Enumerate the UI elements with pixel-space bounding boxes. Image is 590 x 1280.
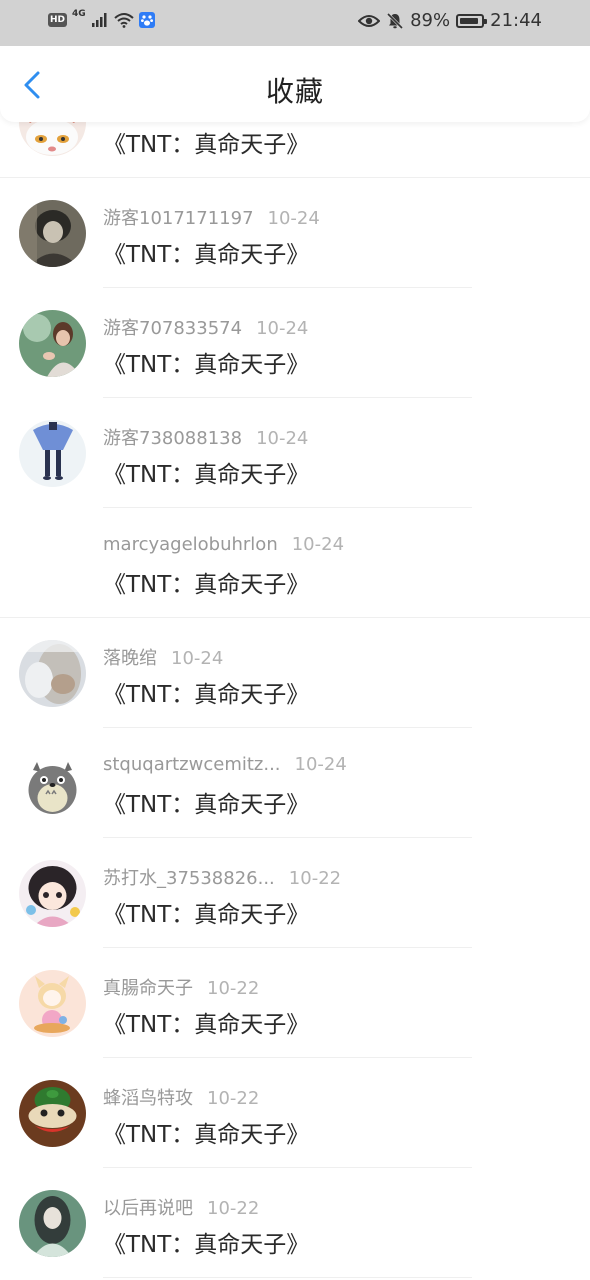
list-item[interactable]: marcyagelobuhrlon 10-24 《TNT：真命天子》	[0, 508, 590, 618]
status-right: 89% 21:44	[358, 10, 542, 31]
signal-icon	[91, 13, 107, 27]
nickname: 游客707833574 10-24	[103, 314, 308, 340]
list-item[interactable]: 落晚绾 10-24 《TNT：真命天子》	[0, 618, 590, 728]
baidu-app-icon	[138, 12, 155, 28]
nickname: 真腸命天子 10-22	[103, 974, 259, 1000]
avatar[interactable]	[19, 310, 86, 377]
comic-title: 《TNT：真命天子》	[103, 792, 310, 818]
nickname: 游客738088138 10-24	[103, 424, 308, 450]
list-item[interactable]: 蜂滔鸟特攻 10-22 《TNT：真命天子》	[0, 1058, 590, 1168]
nickname-text: marcyagelobuhrlon	[103, 534, 278, 555]
comic-title: 《TNT：真命天子》	[103, 242, 310, 268]
wifi-icon	[114, 13, 134, 28]
nav-header: 收藏	[0, 46, 590, 122]
nickname-text: 游客738088138	[103, 428, 243, 449]
comic-title: 《TNT：真命天子》	[103, 682, 310, 708]
nickname: 苏打水_37538826... 10-22	[103, 864, 341, 890]
nickname: stquqartzwcemitz... 10-24	[103, 754, 347, 775]
nickname-text: 苏打水_37538826...	[103, 868, 275, 889]
favorites-list: 《TNT：真命天子》 游客1017171197 10-24 《TNT：真命天子》	[0, 122, 590, 1280]
avatar[interactable]	[19, 860, 86, 927]
avatar[interactable]	[19, 970, 86, 1037]
list-item[interactable]: 《TNT：真命天子》	[0, 122, 590, 178]
comic-title: 《TNT：真命天子》	[103, 902, 310, 928]
favorite-date: 10-22	[207, 978, 260, 999]
favorite-date: 10-22	[207, 1198, 260, 1219]
avatar[interactable]	[19, 1190, 86, 1257]
avatar[interactable]	[19, 640, 86, 707]
nickname-text: 游客707833574	[103, 318, 243, 339]
favorite-date: 10-24	[256, 428, 309, 449]
list-item[interactable]: 苏打水_37538826... 10-22 《TNT：真命天子》	[0, 838, 590, 948]
favorite-date: 10-24	[256, 318, 309, 339]
favorite-date: 10-22	[288, 868, 342, 889]
avatar[interactable]	[19, 122, 86, 156]
list-item[interactable]: 游客1017171197 10-24 《TNT：真命天子》	[0, 178, 590, 288]
comic-title: 《TNT：真命天子》	[103, 132, 310, 158]
avatar[interactable]	[19, 420, 86, 487]
avatar[interactable]	[19, 200, 86, 267]
favorite-date: 10-22	[207, 1088, 260, 1109]
comic-title: 《TNT：真命天子》	[103, 1232, 310, 1258]
favorite-date: 10-24	[171, 648, 224, 669]
eye-icon	[358, 14, 381, 27]
nickname: marcyagelobuhrlon 10-24	[103, 534, 344, 555]
mute-bell-icon	[387, 12, 404, 29]
list-item[interactable]: 真腸命天子 10-22 《TNT：真命天子》	[0, 948, 590, 1058]
list-item[interactable]: 以后再说吧 10-22 《TNT：真命天子》	[0, 1168, 590, 1278]
comic-title: 《TNT：真命天子》	[103, 1012, 310, 1038]
nickname-text: 蜂滔鸟特攻	[103, 1088, 193, 1109]
clock: 21:44	[490, 10, 542, 31]
network-type: 4G	[72, 9, 86, 19]
comic-title: 《TNT：真命天子》	[103, 462, 310, 488]
nickname-text: 落晚绾	[103, 648, 157, 669]
battery-icon	[456, 13, 488, 28]
nickname: 以后再说吧 10-22	[103, 1194, 259, 1220]
hd-badge: HD	[48, 13, 68, 27]
divider	[103, 1277, 472, 1278]
nickname: 落晚绾 10-24	[103, 644, 223, 670]
battery-percent: 89%	[410, 10, 451, 31]
list-item[interactable]: stquqartzwcemitz... 10-24 《TNT：真命天子》	[0, 728, 590, 838]
avatar[interactable]	[19, 1080, 86, 1147]
favorite-date: 10-24	[294, 754, 347, 775]
nickname-text: 游客1017171197	[103, 208, 254, 229]
status-left: HD 4G	[48, 9, 155, 28]
favorite-date: 10-24	[291, 534, 345, 555]
page-title: 收藏	[265, 75, 324, 108]
nickname-text: 真腸命天子	[103, 978, 193, 999]
comic-title: 《TNT：真命天子》	[103, 352, 310, 378]
favorite-date: 10-24	[267, 208, 320, 229]
list-item[interactable]: 游客738088138 10-24 《TNT：真命天子》	[0, 398, 590, 508]
list-item[interactable]: 游客707833574 10-24 《TNT：真命天子》	[0, 288, 590, 398]
nickname: 游客1017171197 10-24	[103, 204, 320, 230]
status-bar: HD 4G 89% 21:44	[0, 0, 590, 46]
comic-title: 《TNT：真命天子》	[103, 572, 310, 598]
comic-title: 《TNT：真命天子》	[103, 1122, 310, 1148]
nickname-text: 以后再说吧	[103, 1198, 193, 1219]
nickname: 蜂滔鸟特攻 10-22	[103, 1084, 259, 1110]
nickname-text: stquqartzwcemitz...	[103, 754, 281, 775]
avatar[interactable]	[19, 750, 86, 817]
